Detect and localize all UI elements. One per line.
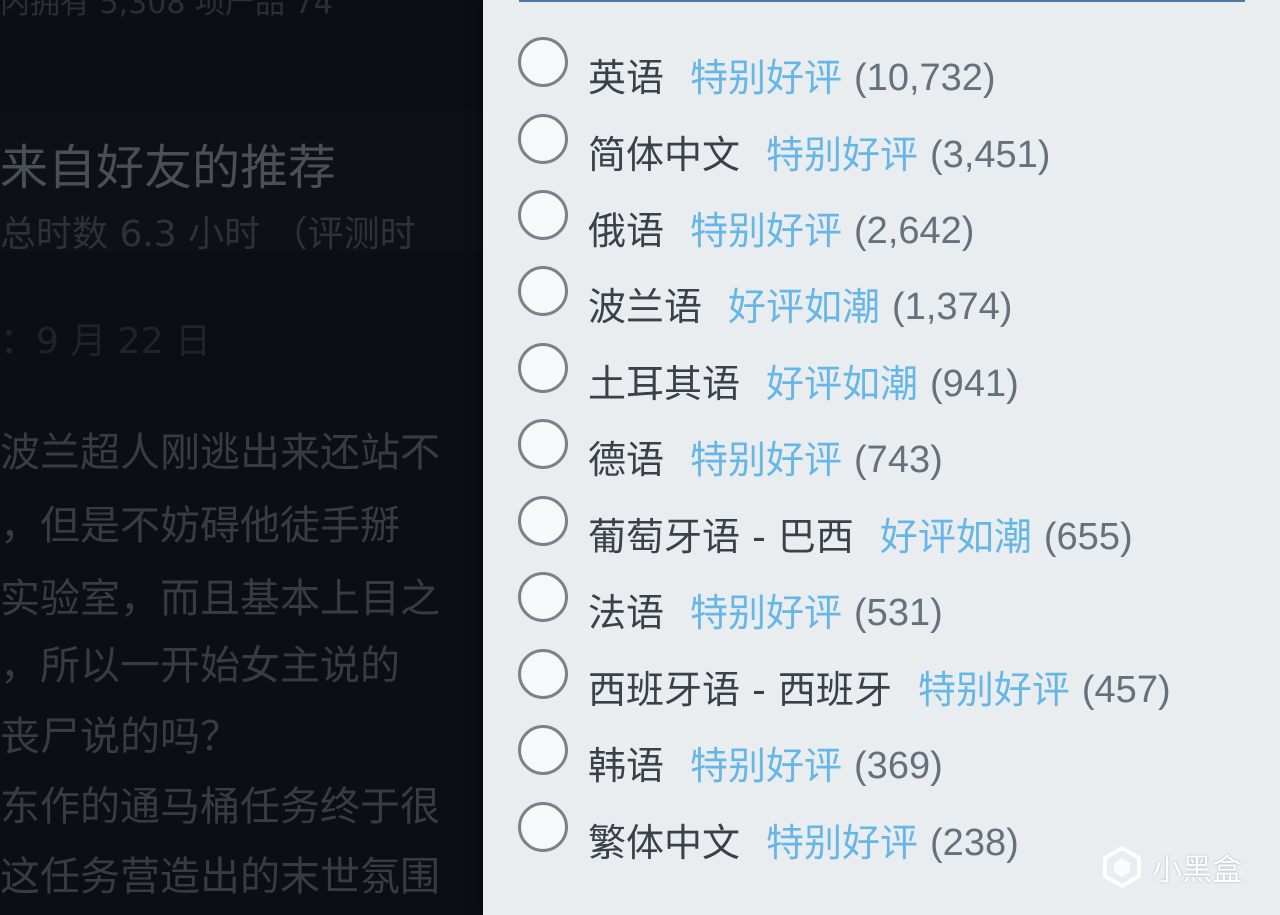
review-count: (531) [854, 592, 943, 634]
review-count: (10,732) [854, 57, 996, 99]
radio-button[interactable] [518, 496, 568, 546]
language-name: 英语 [588, 56, 665, 100]
review-rating: 特别好评 [690, 438, 843, 482]
friend-recommendation-title: 来自好友的推荐 [0, 140, 337, 196]
language-option-russian[interactable]: 俄语 特别好评 (2,642) [518, 190, 974, 260]
review-rating: 特别好评 [690, 209, 843, 253]
review-count: (457) [1081, 669, 1171, 711]
review-body-line: 这任务营造出的末世氛围 [0, 854, 440, 900]
language-option-korean[interactable]: 韩语 特别好评 (369) [518, 725, 943, 795]
language-option-english[interactable]: 英语 特别好评 (10,732) [518, 37, 996, 107]
language-option-portuguese-brazil[interactable]: 葡萄牙语 - 巴西 好评如潮 (655) [518, 496, 1133, 566]
review-rating: 特别好评 [766, 133, 919, 177]
review-count: (743) [854, 439, 943, 481]
playtime-line: 总时数 6.3 小时 （评测时 [0, 214, 416, 255]
radio-button[interactable] [518, 114, 568, 164]
radio-button[interactable] [518, 572, 568, 622]
review-rating: 特别好评 [766, 821, 919, 865]
language-name: 波兰语 [588, 285, 703, 329]
review-rating: 特别好评 [917, 668, 1070, 712]
language-option-traditional-chinese[interactable]: 繁体中文 特别好评 (238) [518, 802, 1019, 872]
review-rating: 好评如潮 [766, 362, 919, 406]
language-filter-dropdown: 英语 特别好评 (10,732) 简体中文 特别好评 (3,451) 俄语 特别… [483, 0, 1280, 915]
language-option-french[interactable]: 法语 特别好评 (531) [518, 572, 943, 642]
language-option-spanish-spain[interactable]: 西班牙语 - 西班牙 特别好评 (457) [518, 649, 1171, 719]
radio-button[interactable] [518, 419, 568, 469]
review-rating: 好评如潮 [879, 515, 1032, 559]
watermark: 小黑盒 [1100, 845, 1242, 889]
review-body-line: 东作的通马桶任务终于很 [0, 784, 440, 830]
radio-button[interactable] [518, 190, 568, 240]
review-date: ：9 月 22 日 [0, 321, 212, 362]
language-name: 西班牙语 - 西班牙 [588, 668, 892, 712]
language-option-turkish[interactable]: 土耳其语 好评如潮 (941) [518, 343, 1019, 413]
watermark-text: 小黑盒 [1152, 853, 1242, 888]
review-rating: 特别好评 [690, 56, 843, 100]
review-count: (3,451) [930, 134, 1051, 176]
review-rating: 特别好评 [690, 744, 843, 788]
language-name: 简体中文 [588, 133, 741, 177]
radio-button[interactable] [518, 725, 568, 775]
language-option-simplified-chinese[interactable]: 简体中文 特别好评 (3,451) [518, 114, 1050, 184]
language-option-german[interactable]: 德语 特别好评 (743) [518, 419, 943, 489]
radio-button[interactable] [518, 343, 568, 393]
dropdown-top-divider [519, 0, 1245, 2]
library-count-line: 内拥有 5,308 项产品 74 [0, 0, 333, 21]
language-option-polish[interactable]: 波兰语 好评如潮 (1,374) [518, 266, 1012, 336]
review-count: (655) [1043, 516, 1133, 558]
language-name: 土耳其语 [588, 362, 741, 406]
review-count: (369) [854, 745, 943, 787]
radio-button[interactable] [518, 802, 568, 852]
review-count: (1,374) [892, 286, 1013, 328]
review-rating: 特别好评 [690, 591, 843, 635]
review-rating: 好评如潮 [728, 285, 881, 329]
review-body-line: ，但是不妨碍他徒手掰 [0, 503, 400, 549]
radio-button[interactable] [518, 649, 568, 699]
language-name: 法语 [588, 591, 665, 635]
heybox-logo-icon [1103, 845, 1141, 889]
review-body-line: ，所以一开始女主说的 [0, 643, 400, 689]
language-name: 繁体中文 [588, 821, 741, 865]
language-name: 德语 [588, 438, 665, 482]
review-body-line: 波兰超人刚逃出来还站不 [0, 430, 440, 476]
language-name: 俄语 [588, 209, 665, 253]
review-count: (941) [930, 363, 1019, 405]
review-body-line: 丧尸说的吗？ [0, 714, 240, 760]
radio-button[interactable] [518, 266, 568, 316]
radio-button[interactable] [518, 37, 568, 87]
review-body-line: 实验室，而且基本上目之 [0, 576, 440, 622]
language-name: 葡萄牙语 - 巴西 [588, 515, 854, 559]
review-count: (238) [930, 822, 1019, 864]
review-count: (2,642) [854, 210, 975, 252]
language-name: 韩语 [588, 744, 665, 788]
